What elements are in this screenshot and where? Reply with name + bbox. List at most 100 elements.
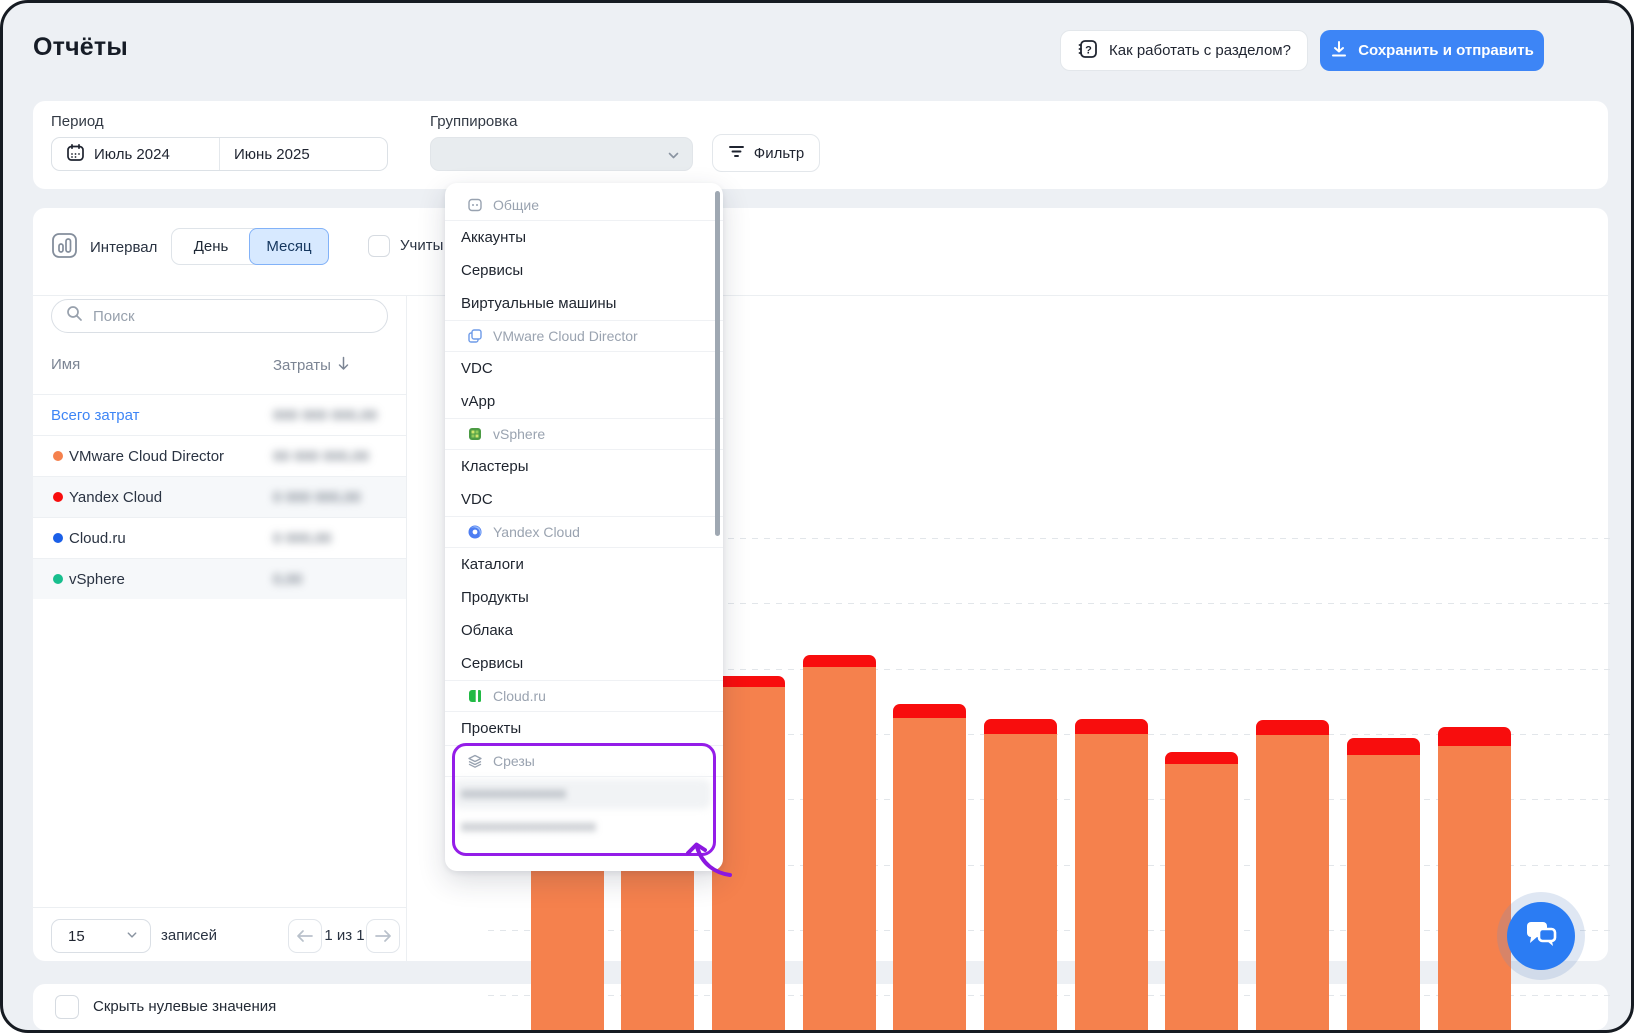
help-button[interactable]: ? Как работать с разделом? — [1060, 30, 1308, 71]
grouping-label: Группировка — [430, 113, 517, 130]
chart-bar[interactable] — [1165, 752, 1238, 1033]
dropdown-scrollbar[interactable] — [715, 191, 720, 536]
series-dot — [53, 451, 63, 461]
filter-card: Период Группировка Июль 2024 Июнь 2025 — [33, 101, 1608, 189]
page-position: 1 из 1 — [324, 927, 365, 944]
table-row[interactable]: Всего затрат000 000 000,00 — [33, 394, 406, 435]
chart-bar[interactable] — [1256, 720, 1329, 1033]
dropdown-item[interactable]: Проекты — [445, 712, 723, 745]
chart-bar[interactable] — [1347, 738, 1420, 1033]
row-name: Cloud.ru — [69, 530, 126, 547]
period-range-picker[interactable]: Июль 2024 Июнь 2025 — [51, 137, 388, 171]
svg-text:?: ? — [1085, 44, 1092, 56]
segment-month[interactable]: Месяц — [249, 228, 329, 265]
dropdown-item[interactable]: xxxxxxxxxxxxxxxxxx — [445, 810, 723, 843]
search-input-wrap — [51, 299, 388, 333]
cost-table: Всего затрат000 000 000,00VMware Cloud D… — [33, 394, 406, 599]
row-name: VMware Cloud Director — [69, 448, 224, 465]
prev-page-button[interactable] — [288, 919, 322, 953]
period-to-field[interactable]: Июнь 2025 — [219, 138, 387, 170]
dropdown-item[interactable]: VDC — [445, 352, 723, 385]
dropdown-section-header: Общие — [445, 189, 723, 221]
period-to-value: Июнь 2025 — [234, 146, 310, 163]
panel-divider — [406, 295, 407, 961]
period-from-value: Июль 2024 — [94, 146, 170, 163]
dropdown-item[interactable]: Виртуальные машины — [445, 287, 723, 320]
save-button-label: Сохранить и отправить — [1358, 42, 1534, 59]
dropdown-section-header: Cloud.ru — [445, 680, 723, 712]
dropdown-item[interactable]: Кластеры — [445, 450, 723, 483]
period-label: Период — [51, 113, 104, 130]
row-name[interactable]: Всего затрат — [51, 407, 139, 424]
funnel-icon — [728, 144, 745, 163]
dropdown-section-header: vSphere — [445, 418, 723, 450]
pagination-divider — [33, 907, 406, 908]
filter-button[interactable]: Фильтр — [712, 134, 820, 172]
chat-button[interactable] — [1507, 902, 1575, 970]
toolbar-checkbox[interactable] — [368, 235, 390, 257]
row-cost-blurred: 0,00 — [273, 571, 302, 588]
interval-segmented-control: День Месяц — [171, 228, 329, 265]
dropdown-item[interactable]: Сервисы — [445, 647, 723, 680]
column-header-costs[interactable]: Затраты — [273, 356, 350, 375]
search-icon — [66, 305, 83, 327]
table-row[interactable]: VMware Cloud Director 00 000 000,00 — [33, 435, 406, 476]
dropdown-item[interactable]: VDC — [445, 483, 723, 516]
table-row[interactable]: Cloud.ru 0 000,00 — [33, 517, 406, 558]
interval-group: Интервал — [51, 232, 157, 263]
chart-bar[interactable] — [984, 719, 1057, 1033]
dropdown-item[interactable]: Аккаунты — [445, 221, 723, 254]
records-label: записей — [161, 927, 217, 944]
row-cost-blurred: 0 000 000,00 — [273, 489, 361, 506]
filter-button-label: Фильтр — [754, 145, 804, 162]
help-button-label: Как работать с разделом? — [1109, 42, 1291, 59]
sort-desc-icon — [337, 356, 350, 375]
grouping-select[interactable] — [430, 137, 693, 171]
chart-bar[interactable] — [1438, 727, 1511, 1033]
dropdown-item[interactable]: Облака — [445, 614, 723, 647]
general-icon — [467, 197, 483, 213]
grouping-dropdown-menu: ОбщиеАккаунтыСервисыВиртуальные машиныVM… — [445, 183, 723, 871]
dropdown-item[interactable]: Сервисы — [445, 254, 723, 287]
table-row[interactable]: Yandex Cloud 0 000 000,00 — [33, 476, 406, 517]
series-dot — [53, 574, 63, 584]
dropdown-item[interactable]: Каталоги — [445, 548, 723, 581]
chat-bubbles-icon — [1524, 918, 1558, 955]
chevron-down-icon — [126, 928, 138, 945]
dropdown-item[interactable]: vApp — [445, 385, 723, 418]
row-name: Yandex Cloud — [69, 489, 162, 506]
row-name: vSphere — [69, 571, 125, 588]
yandex-cloud-icon — [467, 524, 483, 540]
chart-bar[interactable] — [1075, 719, 1148, 1033]
interval-label: Интервал — [90, 239, 157, 256]
cloudru-icon — [467, 688, 483, 704]
series-dot — [53, 492, 63, 502]
next-page-button[interactable] — [366, 919, 400, 953]
table-row[interactable]: vSphere 0,00 — [33, 558, 406, 599]
chart-bar[interactable] — [893, 704, 966, 1033]
save-and-send-button[interactable]: Сохранить и отправить — [1320, 30, 1544, 71]
vsphere-icon — [467, 426, 483, 442]
toolbar-divider — [33, 295, 1608, 296]
chevron-down-icon — [667, 149, 680, 167]
segment-day[interactable]: День — [172, 229, 250, 264]
search-input[interactable] — [93, 308, 373, 325]
page-size-value: 15 — [68, 928, 85, 945]
dropdown-item[interactable]: xxxxxxxxxxxxxx — [445, 777, 723, 810]
calendar-icon — [66, 143, 85, 166]
column-header-name[interactable]: Имя — [51, 356, 80, 373]
help-book-icon: ? — [1077, 38, 1099, 64]
chart-bar[interactable] — [803, 655, 876, 1033]
period-from-field[interactable]: Июль 2024 — [52, 138, 219, 170]
row-cost-blurred: 0 000,00 — [273, 530, 331, 547]
dropdown-item[interactable]: Продукты — [445, 581, 723, 614]
interval-chart-icon — [51, 232, 78, 263]
download-icon — [1330, 40, 1348, 62]
row-cost-blurred: 00 000 000,00 — [273, 448, 369, 465]
page-title: Отчёты — [33, 33, 128, 62]
series-dot — [53, 533, 63, 543]
hide-zero-checkbox[interactable] — [55, 995, 79, 1019]
page-size-select[interactable]: 15 — [51, 919, 151, 953]
chat-button-halo — [1497, 892, 1585, 980]
hide-zero-label: Скрыть нулевые значения — [93, 998, 276, 1015]
